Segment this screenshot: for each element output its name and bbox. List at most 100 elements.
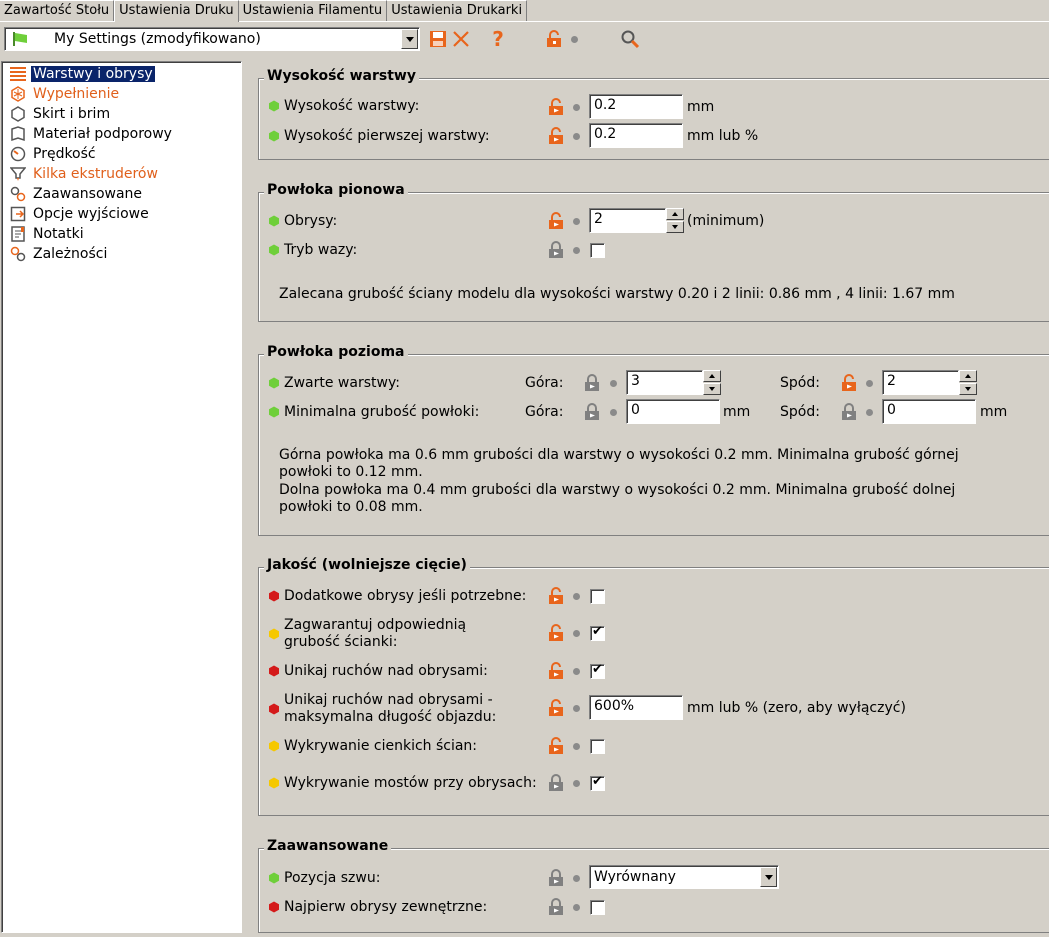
preset-dropdown-button[interactable] bbox=[401, 29, 418, 49]
unlock-icon[interactable] bbox=[543, 27, 565, 51]
lock-icon[interactable] bbox=[584, 374, 600, 392]
unlock-icon[interactable] bbox=[548, 699, 564, 717]
simple-mode-icon bbox=[268, 377, 280, 389]
ensure-thickness-label: Zagwarantuj odpowiednią grubość ścianki: bbox=[268, 617, 519, 651]
sidebar-item-support[interactable]: Materiał podporowy bbox=[9, 125, 174, 143]
bridges-label: Wykrywanie mostów przy obrysach: bbox=[268, 775, 537, 791]
sidebar-item-speed[interactable]: Prędkość bbox=[9, 145, 98, 163]
avoid-crossing-max-label: Unikaj ruchów nad obrysami - maksymalna … bbox=[268, 692, 519, 726]
layer-height-input[interactable]: 0.2 bbox=[589, 94, 683, 119]
bottom-min-thickness-input[interactable]: 0 bbox=[882, 399, 976, 424]
unit-label: mm bbox=[687, 99, 715, 115]
advanced-mode-icon bbox=[268, 740, 280, 752]
delete-icon[interactable] bbox=[450, 27, 472, 51]
spiral-vase-checkbox[interactable] bbox=[590, 243, 605, 258]
tab-filament-settings[interactable]: Ustawienia Filamentu bbox=[238, 0, 388, 21]
bridges-checkbox[interactable] bbox=[590, 774, 605, 791]
unlock-icon[interactable] bbox=[548, 624, 564, 642]
dot-icon bbox=[573, 630, 580, 637]
thin-walls-label: Wykrywanie cienkich ścian: bbox=[268, 738, 477, 754]
help-icon[interactable]: ? bbox=[487, 27, 509, 51]
unlock-icon[interactable] bbox=[548, 587, 564, 605]
sidebar-item-skirt[interactable]: Skirt i brim bbox=[9, 105, 112, 123]
simple-mode-icon bbox=[268, 244, 280, 256]
unlock-icon[interactable] bbox=[841, 374, 857, 392]
unit-label: mm bbox=[723, 404, 751, 420]
seam-dropdown-button[interactable] bbox=[760, 867, 777, 887]
group-title: Jakość (wolniejsze cięcie) bbox=[264, 557, 470, 573]
preset-select[interactable]: My Settings (zmodyfikowano) bbox=[4, 27, 420, 51]
support-icon bbox=[9, 125, 27, 143]
unlock-icon[interactable] bbox=[548, 737, 564, 755]
sidebar-item-infill[interactable]: Wypełnienie bbox=[9, 85, 121, 103]
category-sidebar: Warstwy i obrysy Wypełnienie Skirt i bri… bbox=[1, 61, 242, 933]
lock-icon[interactable] bbox=[841, 403, 857, 421]
dot-icon bbox=[573, 875, 580, 882]
ensure-thickness-checkbox[interactable] bbox=[590, 624, 605, 641]
dot-icon bbox=[573, 593, 580, 600]
top-solid-layers-input[interactable]: 3 bbox=[626, 370, 703, 395]
tab-plater[interactable]: Zawartość Stołu bbox=[0, 0, 115, 21]
group-advanced: Zaawansowane bbox=[258, 838, 1049, 933]
simple-mode-icon bbox=[268, 406, 280, 418]
sidebar-item-advanced[interactable]: Zaawansowane bbox=[9, 185, 144, 203]
dot-icon bbox=[573, 705, 580, 712]
first-layer-height-input[interactable]: 0.2 bbox=[589, 123, 683, 148]
sidebar-item-extruders[interactable]: Kilka ekstruderów bbox=[9, 165, 160, 183]
seam-position-select[interactable]: Wyrównany bbox=[589, 865, 779, 889]
top-shell-note: Górna powłoka ma 0.6 mm grubości dla war… bbox=[279, 447, 959, 480]
simple-mode-icon bbox=[268, 872, 280, 884]
solid-layers-label: Zwarte warstwy: bbox=[268, 375, 400, 391]
infill-icon bbox=[9, 85, 27, 103]
sidebar-item-layers[interactable]: Warstwy i obrysy bbox=[9, 65, 155, 83]
thin-walls-checkbox[interactable] bbox=[590, 739, 605, 754]
lock-icon[interactable] bbox=[548, 774, 564, 792]
unlock-icon[interactable] bbox=[548, 212, 564, 230]
lock-icon[interactable] bbox=[548, 241, 564, 259]
sidebar-item-output[interactable]: Opcje wyjściowe bbox=[9, 205, 151, 223]
preset-value: My Settings (zmodyfikowano) bbox=[54, 31, 261, 47]
unlock-icon[interactable] bbox=[548, 98, 564, 116]
dot-icon bbox=[573, 133, 580, 140]
unlock-icon[interactable] bbox=[548, 662, 564, 680]
bottom-solid-layers-input[interactable]: 2 bbox=[882, 370, 959, 395]
sidebar-item-dependencies[interactable]: Zależności bbox=[9, 245, 109, 263]
tab-print-settings[interactable]: Ustawienia Druku bbox=[114, 0, 239, 22]
avoid-crossing-checkbox[interactable] bbox=[590, 662, 605, 679]
unlock-icon[interactable] bbox=[548, 127, 564, 145]
group-title: Wysokość warstwy bbox=[264, 68, 419, 84]
top-min-thickness-input[interactable]: 0 bbox=[626, 399, 720, 424]
avoid-crossing-label: Unikaj ruchów nad obrysami: bbox=[268, 663, 488, 679]
dot-icon bbox=[573, 780, 580, 787]
unit-label: (minimum) bbox=[687, 213, 765, 229]
top-label: Góra: bbox=[525, 375, 564, 391]
lock-icon[interactable] bbox=[548, 898, 564, 916]
output-icon bbox=[9, 205, 27, 223]
unit-label: mm bbox=[980, 404, 1008, 420]
seam-position-value: Wyrównany bbox=[594, 869, 676, 885]
avoid-crossing-max-input[interactable]: 600% bbox=[589, 695, 683, 720]
extra-perimeters-checkbox[interactable] bbox=[590, 589, 605, 604]
dot-icon bbox=[573, 218, 580, 225]
simple-mode-icon bbox=[268, 215, 280, 227]
dot-icon bbox=[610, 380, 617, 387]
perimeters-input[interactable]: 2 bbox=[589, 208, 666, 233]
perimeters-label: Obrysy: bbox=[268, 213, 337, 229]
min-thickness-label: Minimalna grubość powłoki: bbox=[268, 404, 479, 420]
notes-icon bbox=[9, 225, 27, 243]
unit-label: mm lub % (zero, aby wyłączyć) bbox=[687, 700, 906, 716]
group-title: Powłoka pionowa bbox=[264, 182, 408, 198]
bottom-solid-layers-spinner[interactable] bbox=[959, 370, 977, 395]
external-first-checkbox[interactable] bbox=[590, 900, 605, 915]
dot-icon bbox=[610, 409, 617, 416]
lock-icon[interactable] bbox=[584, 403, 600, 421]
top-solid-layers-spinner[interactable] bbox=[703, 370, 721, 395]
save-icon[interactable] bbox=[427, 27, 449, 51]
bottom-shell-note: Dolna powłoka ma 0.4 mm grubości dla war… bbox=[279, 482, 956, 515]
tab-printer-settings[interactable]: Ustawienia Drukarki bbox=[387, 0, 528, 21]
search-icon[interactable] bbox=[619, 27, 641, 51]
perimeters-spinner[interactable] bbox=[666, 208, 684, 233]
lock-icon[interactable] bbox=[548, 869, 564, 887]
sidebar-item-notes[interactable]: Notatki bbox=[9, 225, 86, 243]
expert-mode-icon bbox=[268, 590, 280, 602]
